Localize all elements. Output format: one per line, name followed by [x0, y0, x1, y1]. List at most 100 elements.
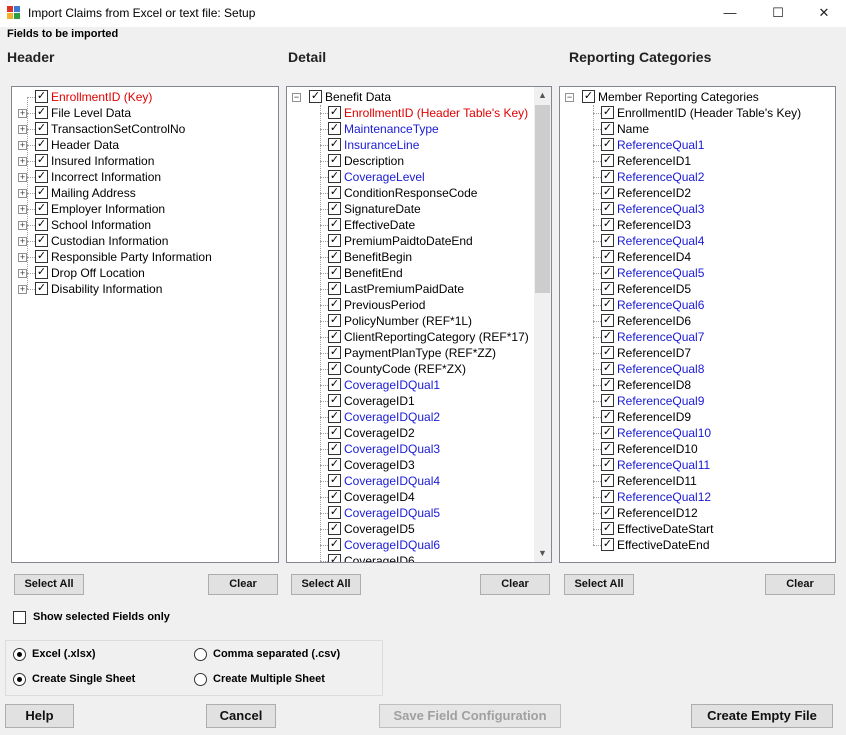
reporting-tree-item[interactable]: ✓ ReferenceQual5 [560, 265, 835, 281]
checkbox-checked-icon[interactable]: ✓ [328, 410, 341, 423]
detail-tree-item[interactable]: ✓ CoverageID4 [287, 489, 551, 505]
reporting-tree-item[interactable]: ✓ ReferenceQual6 [560, 297, 835, 313]
checkbox-checked-icon[interactable]: ✓ [35, 138, 48, 151]
expand-plus-icon[interactable]: + [18, 125, 27, 134]
checkbox-checked-icon[interactable]: ✓ [601, 410, 614, 423]
checkbox-checked-icon[interactable]: ✓ [328, 282, 341, 295]
reporting-tree-item[interactable]: ✓ ReferenceQual11 [560, 457, 835, 473]
header-tree-item[interactable]: + ✓ Incorrect Information [12, 169, 278, 185]
checkbox-checked-icon[interactable]: ✓ [328, 266, 341, 279]
detail-tree-item[interactable]: ✓ EffectiveDate [287, 217, 551, 233]
multiple-sheet-radio[interactable] [194, 673, 207, 686]
detail-tree-item[interactable]: ✓ EnrollmentID (Header Table's Key) [287, 105, 551, 121]
checkbox-checked-icon[interactable]: ✓ [328, 106, 341, 119]
checkbox-checked-icon[interactable]: ✓ [35, 154, 48, 167]
checkbox-checked-icon[interactable]: ✓ [328, 522, 341, 535]
checkbox-checked-icon[interactable]: ✓ [35, 186, 48, 199]
reporting-tree-item[interactable]: ✓ EnrollmentID (Header Table's Key) [560, 105, 835, 121]
detail-tree-item[interactable]: ✓ ClientReportingCategory (REF*17) [287, 329, 551, 345]
checkbox-checked-icon[interactable]: ✓ [601, 106, 614, 119]
detail-tree-item[interactable]: ✓ CoverageID2 [287, 425, 551, 441]
checkbox-checked-icon[interactable]: ✓ [601, 426, 614, 439]
header-tree-item[interactable]: ✓ EnrollmentID (Key) [12, 89, 278, 105]
checkbox-checked-icon[interactable]: ✓ [328, 314, 341, 327]
expand-plus-icon[interactable]: + [18, 157, 27, 166]
reporting-tree-item[interactable]: ✓ EffectiveDateStart [560, 521, 835, 537]
close-button[interactable]: ✕ [801, 0, 846, 27]
checkbox-checked-icon[interactable]: ✓ [35, 282, 48, 295]
save-field-configuration-button[interactable]: Save Field Configuration [379, 704, 561, 728]
header-tree-item[interactable]: + ✓ Custodian Information [12, 233, 278, 249]
detail-tree-item[interactable]: ✓ CoverageID6 [287, 553, 551, 562]
reporting-tree-item[interactable]: ✓ ReferenceID4 [560, 249, 835, 265]
checkbox-checked-icon[interactable]: ✓ [35, 106, 48, 119]
checkbox-checked-icon[interactable]: ✓ [328, 346, 341, 359]
detail-tree-item[interactable]: ✓ PolicyNumber (REF*1L) [287, 313, 551, 329]
expand-plus-icon[interactable]: + [18, 189, 27, 198]
checkbox-checked-icon[interactable]: ✓ [328, 554, 341, 562]
checkbox-checked-icon[interactable]: ✓ [35, 90, 48, 103]
excel-format-radio[interactable] [13, 648, 26, 661]
checkbox-checked-icon[interactable]: ✓ [328, 154, 341, 167]
reporting-tree-item[interactable]: ✓ Name [560, 121, 835, 137]
detail-tree-item[interactable]: ✓ CoverageID1 [287, 393, 551, 409]
checkbox-checked-icon[interactable]: ✓ [328, 458, 341, 471]
reporting-clear-button[interactable]: Clear [765, 574, 835, 595]
checkbox-checked-icon[interactable]: ✓ [601, 522, 614, 535]
header-tree-item[interactable]: + ✓ Disability Information [12, 281, 278, 297]
checkbox-checked-icon[interactable]: ✓ [601, 298, 614, 311]
checkbox-checked-icon[interactable]: ✓ [601, 202, 614, 215]
checkbox-checked-icon[interactable]: ✓ [328, 202, 341, 215]
detail-select-all-button[interactable]: Select All [291, 574, 361, 595]
detail-tree-item[interactable]: ✓ CoverageLevel [287, 169, 551, 185]
cancel-button[interactable]: Cancel [206, 704, 276, 728]
expand-plus-icon[interactable]: + [18, 237, 27, 246]
detail-tree-item[interactable]: ✓ PremiumPaidtoDateEnd [287, 233, 551, 249]
checkbox-checked-icon[interactable]: ✓ [35, 170, 48, 183]
detail-tree-item[interactable]: ✓ CoverageIDQual6 [287, 537, 551, 553]
reporting-tree-item[interactable]: ✓ ReferenceQual8 [560, 361, 835, 377]
header-fields-tree[interactable]: ✓ EnrollmentID (Key) + ✓ File Level Data + ✓ Tr… [11, 86, 279, 563]
expand-plus-icon[interactable]: + [18, 269, 27, 278]
detail-tree-item[interactable]: ✓ CoverageIDQual3 [287, 441, 551, 457]
reporting-tree-item[interactable]: ✓ EffectiveDateEnd [560, 537, 835, 553]
reporting-tree-item[interactable]: ✓ ReferenceID12 [560, 505, 835, 521]
checkbox-checked-icon[interactable]: ✓ [601, 170, 614, 183]
header-clear-button[interactable]: Clear [208, 574, 278, 595]
checkbox-checked-icon[interactable]: ✓ [328, 234, 341, 247]
csv-format-radio[interactable] [194, 648, 207, 661]
checkbox-checked-icon[interactable]: ✓ [601, 138, 614, 151]
checkbox-checked-icon[interactable]: ✓ [601, 378, 614, 391]
checkbox-checked-icon[interactable]: ✓ [601, 154, 614, 167]
reporting-tree-item[interactable]: ✓ ReferenceID8 [560, 377, 835, 393]
checkbox-checked-icon[interactable]: ✓ [601, 474, 614, 487]
detail-tree-item[interactable]: ✓ Description [287, 153, 551, 169]
reporting-tree-item[interactable]: ✓ ReferenceID6 [560, 313, 835, 329]
checkbox-checked-icon[interactable]: ✓ [35, 234, 48, 247]
collapse-minus-icon[interactable]: − [565, 93, 574, 102]
detail-tree-item[interactable]: ✓ MaintenanceType [287, 121, 551, 137]
checkbox-checked-icon[interactable]: ✓ [601, 346, 614, 359]
header-tree-item[interactable]: + ✓ Header Data [12, 137, 278, 153]
create-empty-file-button[interactable]: Create Empty File [691, 704, 833, 728]
header-tree-item[interactable]: + ✓ Mailing Address [12, 185, 278, 201]
expand-plus-icon[interactable]: + [18, 109, 27, 118]
checkbox-checked-icon[interactable]: ✓ [601, 314, 614, 327]
expand-plus-icon[interactable]: + [18, 141, 27, 150]
checkbox-checked-icon[interactable]: ✓ [601, 330, 614, 343]
expand-plus-icon[interactable]: + [18, 205, 27, 214]
header-tree-item[interactable]: + ✓ TransactionSetControlNo [12, 121, 278, 137]
checkbox-checked-icon[interactable]: ✓ [601, 122, 614, 135]
checkbox-checked-icon[interactable]: ✓ [601, 506, 614, 519]
detail-scrollbar[interactable]: ▲ ▼ [534, 87, 551, 562]
checkbox-checked-icon[interactable]: ✓ [309, 90, 322, 103]
detail-tree-item[interactable]: ✓ BenefitBegin [287, 249, 551, 265]
detail-tree-item[interactable]: ✓ CoverageID3 [287, 457, 551, 473]
checkbox-checked-icon[interactable]: ✓ [328, 218, 341, 231]
header-tree-item[interactable]: + ✓ Responsible Party Information [12, 249, 278, 265]
scroll-down-arrow-icon[interactable]: ▼ [534, 545, 551, 562]
checkbox-checked-icon[interactable]: ✓ [328, 330, 341, 343]
reporting-tree-item[interactable]: ✓ ReferenceID7 [560, 345, 835, 361]
reporting-tree-item[interactable]: ✓ ReferenceID10 [560, 441, 835, 457]
help-button[interactable]: Help [5, 704, 74, 728]
